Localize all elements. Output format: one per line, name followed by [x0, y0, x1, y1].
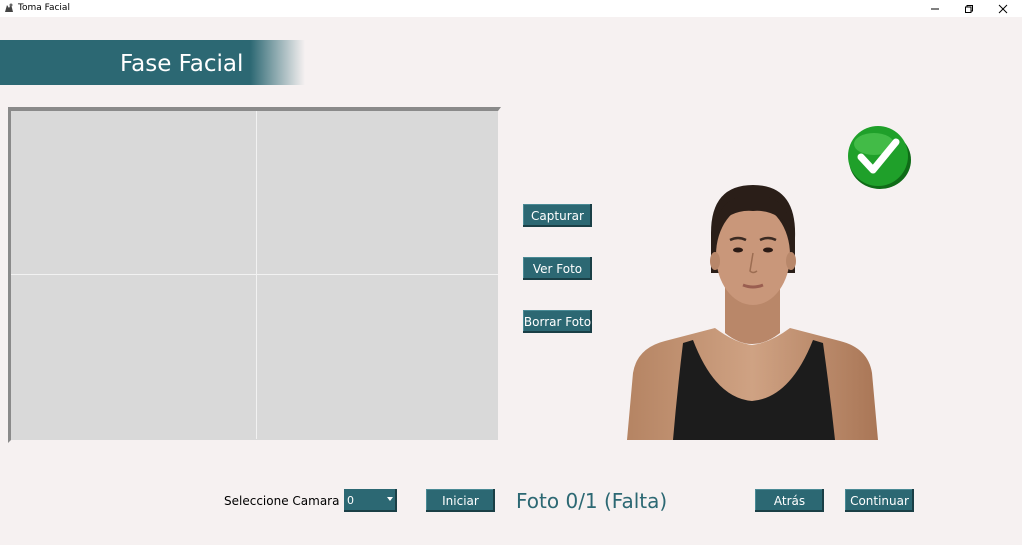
back-button[interactable]: Atrás	[755, 489, 824, 512]
photo-status: Foto 0/1 (Falta)	[516, 489, 668, 513]
title-bar: Toma Facial	[0, 0, 1022, 17]
app-icon	[5, 3, 13, 12]
start-button[interactable]: Iniciar	[426, 489, 495, 512]
capture-button[interactable]: Capturar	[523, 204, 592, 227]
camera-select[interactable]: 0	[344, 489, 397, 512]
window-title: Toma Facial	[18, 3, 70, 13]
check-icon	[848, 126, 911, 189]
delete-photo-button[interactable]: Borrar Foto	[523, 310, 592, 333]
preview-grid-horizontal	[11, 274, 498, 275]
minimize-button[interactable]	[918, 0, 952, 17]
restore-icon	[965, 4, 973, 13]
page-title: Fase Facial	[120, 51, 244, 77]
minimize-icon	[931, 8, 939, 9]
close-button[interactable]	[986, 0, 1020, 17]
camera-select-value: 0	[347, 494, 354, 507]
restore-button[interactable]	[952, 0, 986, 17]
view-photo-button[interactable]: Ver Foto	[523, 257, 592, 280]
camera-select-label: Seleccione Camara	[224, 494, 340, 508]
camera-preview	[8, 107, 501, 443]
preview-grid-vertical	[256, 111, 257, 439]
continue-button[interactable]: Continuar	[845, 489, 914, 512]
reference-photo	[627, 185, 878, 440]
chevron-down-icon	[387, 497, 393, 501]
close-icon	[998, 4, 1008, 13]
